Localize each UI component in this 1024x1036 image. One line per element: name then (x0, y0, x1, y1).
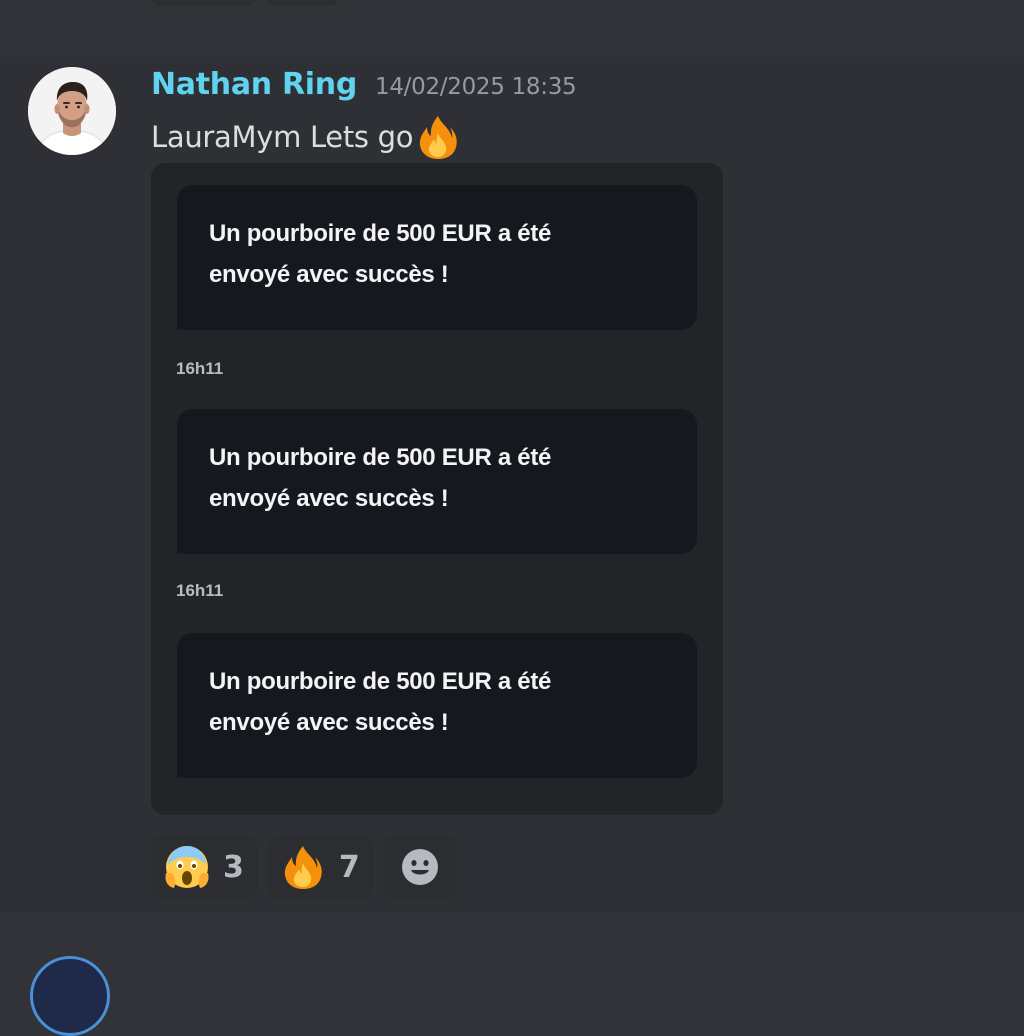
previous-reaction-pill[interactable] (152, 0, 256, 6)
reactions-bar: 3 7 (151, 835, 457, 899)
user-avatar[interactable] (28, 67, 116, 155)
tip-line-1: Un pourboire de 500 EUR a été (209, 668, 552, 695)
previous-message-area (0, 0, 1024, 57)
message-header: Nathan Ring 14/02/2025 18:35 (151, 67, 577, 107)
tip-confirmation-bubble: Un pourboire de 500 EUR a été envoyé ave… (177, 409, 697, 554)
tip-line-2: envoyé avec succès ! (209, 709, 449, 736)
tip-line-2: envoyé avec succès ! (209, 261, 449, 288)
author-name[interactable]: Nathan Ring (151, 67, 357, 102)
next-message-area (0, 912, 1024, 1036)
add-reaction-button[interactable] (382, 835, 457, 899)
fire-emoji-icon (284, 846, 322, 889)
image-attachment[interactable]: Un pourboire de 500 EUR a été envoyé ave… (151, 163, 723, 815)
message-timestamp: 14/02/2025 18:35 (375, 74, 577, 100)
message-content: LauraMym Lets go (151, 113, 462, 161)
bubble-time: 16h11 (176, 359, 224, 378)
bubble-time: 16h11 (176, 581, 224, 600)
tip-line-1: Un pourboire de 500 EUR a été (209, 220, 552, 247)
reaction-count: 7 (338, 849, 360, 885)
smiley-add-reaction-icon (401, 849, 438, 885)
tip-line-1: Un pourboire de 500 EUR a été (209, 444, 552, 471)
next-user-avatar[interactable] (30, 956, 110, 1036)
avatar-portrait-icon (28, 67, 116, 155)
reaction-count: 3 (223, 849, 244, 885)
reaction-screaming-face[interactable]: 3 (151, 835, 258, 899)
tip-confirmation-bubble: Un pourboire de 500 EUR a été envoyé ave… (177, 633, 697, 778)
reaction-fire[interactable]: 7 (266, 835, 374, 899)
fire-emoji-icon (420, 116, 457, 159)
message-text: LauraMym Lets go (151, 120, 414, 154)
tip-line-2: envoyé avec succès ! (209, 485, 449, 512)
screaming-face-icon (165, 846, 209, 888)
chat-message: Nathan Ring 14/02/2025 18:35 LauraMym Le… (0, 57, 1024, 912)
previous-reaction-pill[interactable] (267, 0, 339, 6)
tip-confirmation-bubble: Un pourboire de 500 EUR a été envoyé ave… (177, 185, 697, 330)
